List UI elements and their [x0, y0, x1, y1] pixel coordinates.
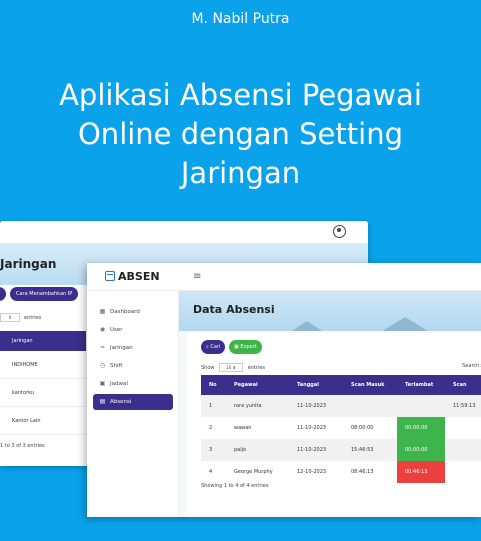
- user-icon: ◉: [99, 326, 106, 333]
- app-logo[interactable]: ABSEN: [105, 270, 160, 283]
- front-window-absensi: ABSEN ≡ ▦ Dashboard ◉ User ≈ Jaringan ◷ Shif…: [87, 263, 481, 517]
- sidebar-item-label: User: [110, 327, 123, 333]
- main-content: Data Absensi ⌕ Cari ▣ Export Show 10 ⬍ e…: [179, 291, 481, 517]
- back-window-topbar: [0, 221, 368, 243]
- page-title: Data Absensi: [193, 303, 275, 316]
- search-button-label: Cari: [210, 344, 221, 350]
- cell-scan-pulang: 11:59:13: [453, 403, 476, 409]
- data-card: ⌕ Cari ▣ Export Show 10 ⬍ entries Search…: [187, 333, 481, 517]
- back-entries-label: entries: [24, 315, 42, 321]
- back-show-entries: 0 entries: [0, 313, 41, 322]
- column-header[interactable]: Terlambat: [405, 375, 433, 395]
- cell-pegawai: rara yunita: [234, 403, 262, 409]
- search-button[interactable]: ⌕ Cari: [201, 340, 226, 354]
- table-row[interactable]: 2 wawan 11-10-2023 08:00:00 00:00:00: [201, 417, 481, 439]
- sidebar-item-absensi[interactable]: ▤ Absensi: [93, 394, 173, 410]
- cell-tanggal: 11-10-2023: [297, 425, 327, 431]
- add-ip-button[interactable]: Cara Menambahkan IP: [10, 287, 79, 301]
- cell-no: 2: [209, 425, 213, 431]
- grid-icon: ▦: [99, 308, 106, 315]
- search-label: Search:: [462, 363, 481, 369]
- table-footer: Showing 1 to 4 of 4 entries: [201, 483, 269, 489]
- sidebar-item-label: Jadwal: [110, 381, 128, 387]
- table-header-row: No Pegawai Tanggal Scan Masuk Terlambat …: [201, 375, 481, 408]
- sidebar-item-shift[interactable]: ◷ Shift: [93, 358, 173, 374]
- cell-scan-masuk: 08:00:00: [351, 425, 374, 431]
- table-row[interactable]: 4 George Murphy 12-10-2023 08:46:13 00:4…: [201, 461, 481, 483]
- mountain-decoration: [289, 321, 325, 331]
- cell-tanggal: 12-10-2023: [297, 469, 327, 475]
- calendar-icon: ▣: [99, 380, 106, 387]
- cell-tanggal: 11-10-2023: [297, 403, 327, 409]
- cell-terlambat-late: 00:46:13: [397, 461, 445, 483]
- table-row[interactable]: kantorku: [0, 379, 86, 407]
- table-row[interactable]: 3 paijo 11-10-2023 15:46:53 00:00:00: [201, 439, 481, 461]
- sidebar-item-label: Dashboard: [110, 309, 140, 315]
- sidebar-item-jaringan[interactable]: ≈ Jaringan: [93, 340, 173, 356]
- cell-pegawai: paijo: [234, 447, 247, 453]
- sidebar-item-jadwal[interactable]: ▣ Jadwal: [93, 376, 173, 392]
- back-table-footer: 1 to 3 of 3 entries: [0, 443, 45, 449]
- cell-no: 1: [209, 403, 213, 409]
- cell-scan-masuk: 15:46:53: [351, 447, 374, 453]
- cell-scan-masuk: 08:46:13: [351, 469, 374, 475]
- calendar-logo-icon: [105, 271, 115, 281]
- clock-icon: ◷: [99, 362, 106, 369]
- column-header[interactable]: Tanggal: [297, 375, 319, 395]
- cover-title: Aplikasi Absensi Pegawai Online dengan S…: [59, 78, 422, 190]
- show-label: Show: [201, 365, 215, 371]
- entries-value: 10: [226, 365, 232, 370]
- table-row[interactable]: Kantor Lain: [0, 407, 86, 435]
- cell-pegawai: wawan: [234, 425, 252, 431]
- author-name: M. Nabil Putra: [191, 11, 290, 27]
- entries-label: entries: [247, 365, 266, 371]
- wifi-icon: ≈: [99, 344, 106, 351]
- back-page-title: Jaringan: [0, 257, 57, 271]
- cell-tanggal: 11-10-2023: [297, 447, 327, 453]
- back-table-header: Jaringan: [0, 331, 86, 351]
- table-row[interactable]: INDIHOME: [0, 351, 86, 379]
- column-header[interactable]: Scan Masuk: [351, 375, 384, 395]
- sidebar-item-label: Jaringan: [110, 345, 133, 351]
- column-header[interactable]: No: [209, 375, 217, 395]
- column-header[interactable]: Scan Pulang: [453, 375, 481, 408]
- cell-no: 3: [209, 447, 213, 453]
- show-entries: Show 10 ⬍ entries: [201, 363, 265, 372]
- sidebar-item-label: Shift: [110, 363, 123, 369]
- app-topbar: ABSEN ≡: [87, 263, 481, 291]
- page-header-banner: Data Absensi: [179, 291, 481, 331]
- back-entries-select[interactable]: 0: [0, 313, 20, 322]
- app-name: ABSEN: [118, 270, 160, 283]
- sidebar: ▦ Dashboard ◉ User ≈ Jaringan ◷ Shift ▣ Jadwa…: [87, 291, 179, 517]
- sidebar-item-dashboard[interactable]: ▦ Dashboard: [93, 304, 173, 320]
- back-small-button[interactable]: [0, 287, 6, 301]
- file-icon: ▤: [99, 398, 106, 405]
- cell-no: 4: [209, 469, 213, 475]
- mountain-decoration: [379, 317, 431, 331]
- cell-terlambat-ontime: 00:00:00: [397, 439, 445, 461]
- sidebar-item-label: Absensi: [110, 399, 132, 405]
- column-header[interactable]: Pegawai: [234, 375, 258, 395]
- user-avatar-icon[interactable]: [333, 225, 346, 238]
- hamburger-icon[interactable]: ≡: [193, 271, 201, 282]
- cell-terlambat-ontime: 00:00:00: [397, 417, 445, 439]
- export-button[interactable]: ▣ Export: [229, 340, 262, 354]
- entries-select[interactable]: 10 ⬍: [219, 363, 244, 372]
- table-row[interactable]: 1 rara yunita 11-10-2023 11:59:13: [201, 395, 481, 417]
- cell-pegawai: George Murphy: [234, 469, 273, 475]
- export-button-label: Export: [240, 344, 257, 350]
- sidebar-item-user[interactable]: ◉ User: [93, 322, 173, 338]
